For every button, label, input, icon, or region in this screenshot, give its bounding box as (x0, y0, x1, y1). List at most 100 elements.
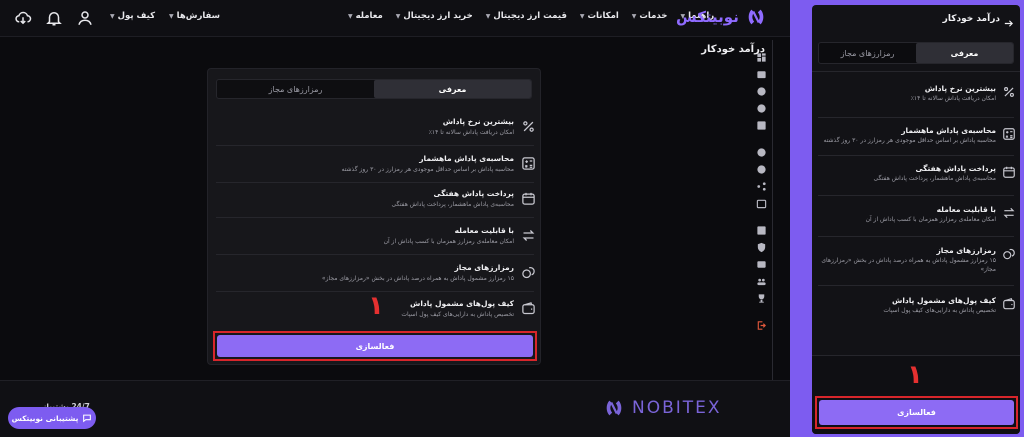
step-marker: ۱ (368, 291, 384, 321)
feature-title: با قابلیت معامله (936, 205, 996, 214)
logout-icon[interactable] (756, 316, 767, 330)
feature-desc: محاسبه‌ی پاداش ماهشمار، پرداخت پاداش هفت… (873, 175, 996, 182)
feature-desc: محاسبه‌ی پاداش ماهشمار، پرداخت پاداش هفت… (391, 201, 514, 208)
wallet-icon (521, 301, 536, 316)
chevron-down-icon: ▼ (485, 12, 491, 20)
shield-icon[interactable] (756, 238, 767, 253)
nav-item-orders[interactable]: سفارش‌ها ▼ (169, 11, 220, 21)
feature-desc: محاسبه پاداش بر اساس حداقل موجودی هر رمز… (341, 166, 514, 173)
nav-item-services[interactable]: خدمات ▼ (632, 11, 668, 21)
divider (818, 195, 1014, 196)
users-icon[interactable] (756, 272, 767, 286)
feature-title: پرداخت پاداش هفتگی (915, 164, 996, 173)
tab-allowed-coins[interactable]: رمزارزهای مجاز (819, 43, 916, 63)
mobile-tab-bar: معرفی رمزارزهای مجاز (818, 42, 1014, 64)
support-label: پشتیبانی نوبیتکس (11, 413, 79, 423)
feature-desc: امکان معامله‌ی رمزارز همزمان با کسب پادا… (383, 238, 514, 245)
activate-button[interactable]: فعالسازی (217, 335, 533, 357)
brand-name: نوبیتکس (676, 8, 739, 26)
divider (818, 236, 1014, 237)
support-chat-button[interactable]: پشتیبانی نوبیتکس (8, 407, 96, 429)
rail-divider (772, 40, 773, 380)
trophy-icon[interactable] (756, 289, 767, 303)
chart-icon[interactable] (756, 116, 767, 130)
feature-title: بیشترین نرخ پاداش (442, 117, 514, 126)
chevron-down-icon: ▼ (579, 12, 585, 20)
coin-icon[interactable] (756, 143, 767, 157)
feature-title: بیشترین نرخ پاداش (924, 84, 996, 93)
nobitex-logo-icon (748, 9, 764, 25)
wallet-icon[interactable] (756, 65, 767, 79)
feature-title: رمزارزهای مجاز (454, 263, 514, 272)
activate-highlight: فعالسازی (213, 331, 537, 361)
chevron-down-icon: ▼ (631, 12, 637, 20)
tab-bar: معرفی رمزارزهای مجاز (216, 79, 532, 99)
share-icon[interactable] (756, 177, 767, 191)
feature-item: با قابلیت معامله امکان معامله‌ی رمزارز ه… (818, 201, 1016, 241)
feature-title: با قابلیت معامله (454, 226, 514, 235)
nav-item-buy-crypto[interactable]: خرید ارز دیجیتال ▼ (396, 11, 473, 21)
tab-allowed-coins[interactable]: رمزارزهای مجاز (217, 80, 374, 98)
compass-icon[interactable] (756, 99, 767, 113)
percent-icon (521, 119, 536, 134)
chevron-down-icon: ▼ (110, 12, 115, 20)
tab-intro[interactable]: معرفی (374, 80, 531, 98)
divider (818, 117, 1014, 118)
bell-icon[interactable] (45, 9, 63, 27)
feature-desc: ۱۵ رمزارز مشمول پاداش به همراه درصد پادا… (321, 275, 514, 282)
chevron-down-icon: ▼ (348, 12, 353, 20)
feature-desc: ۱۵ رمزارز مشمول پاداش به همراه درصد پادا… (821, 257, 996, 273)
feature-title: محاسبه‌ی پاداش ماهشمار (419, 154, 514, 163)
nav-item-features[interactable]: امکانات ▼ (580, 11, 619, 21)
calendar-icon (1002, 164, 1016, 178)
top-navigation: سفارش‌ها ▼ کیف پول ▼ معامله ▼ خرید ارز دیجی… (0, 0, 790, 37)
footer-logo-text: NOBITEX (632, 398, 722, 418)
mobile-page-title: درآمد خودکار (942, 14, 1000, 24)
nobitex-logo-icon (606, 400, 622, 416)
divider (812, 71, 1020, 72)
divider (216, 254, 534, 255)
feature-item: رمزارزهای مجاز ۱۵ رمزارز مشمول پاداش به … (818, 242, 1016, 282)
chevron-down-icon: ▼ (169, 12, 174, 20)
auto-earn-card: معرفی رمزارزهای مجاز بیشترین نرخ پاداش ا… (207, 68, 541, 365)
calendar-icon[interactable] (756, 194, 767, 209)
feature-desc: محاسبه پاداش بر اساس حداقل موجودی هر رمز… (823, 137, 996, 144)
user-icon[interactable] (76, 9, 94, 27)
download-icon[interactable] (14, 9, 32, 27)
step-marker: ۱ (907, 360, 923, 390)
nav-item-trade[interactable]: معامله ▼ (348, 11, 383, 21)
plus-circle-icon[interactable] (756, 160, 767, 174)
feature-desc: امکان معامله‌ی رمزارز همزمان با کسب پادا… (865, 216, 996, 223)
feature-desc: امکان دریافت پاداش سالانه تا ۱۴٪ (428, 129, 514, 136)
clock-icon[interactable] (756, 82, 767, 96)
feature-title: محاسبه‌ی پاداش ماهشمار (901, 126, 996, 135)
brand-logo[interactable]: نوبیتکس (676, 6, 767, 28)
activate-button[interactable]: فعالسازی (819, 400, 1014, 425)
calculator-icon (1002, 126, 1016, 140)
feature-desc: تخصیص پاداش به دارایی‌های کیف پول اسپات (401, 311, 514, 318)
footer-logo: NOBITEX (603, 397, 722, 419)
feature-desc: تخصیص پاداش به دارایی‌های کیف پول اسپات (883, 307, 996, 314)
feature-title: رمزارزهای مجاز (936, 246, 996, 255)
mail-icon[interactable] (756, 255, 767, 268)
chevron-down-icon: ▼ (395, 12, 401, 20)
desktop-view: سفارش‌ها ▼ کیف پول ▼ معامله ▼ خرید ارز دیجی… (0, 0, 790, 437)
calendar-icon (521, 191, 536, 206)
coins-icon (521, 265, 536, 280)
feature-title: پرداخت پاداش هفتگی (433, 189, 514, 198)
back-arrow-icon[interactable] (1003, 14, 1014, 27)
calculator-icon (521, 156, 536, 171)
dashboard-icon[interactable] (756, 48, 767, 62)
feature-item: محاسبه‌ی پاداش ماهشمار محاسبه پاداش بر ا… (818, 122, 1016, 162)
chat-icon (83, 414, 92, 423)
wallet-icon (1002, 296, 1016, 310)
id-card-icon[interactable] (756, 221, 767, 235)
tab-intro[interactable]: معرفی (916, 43, 1013, 63)
feature-desc: امکان دریافت پاداش سالانه تا ۱۴٪ (910, 95, 996, 102)
nav-item-wallet[interactable]: کیف پول ▼ (110, 11, 155, 21)
swap-icon (521, 228, 536, 243)
feature-item: پرداخت پاداش هفتگی محاسبه‌ی پاداش ماهشما… (818, 160, 1016, 200)
divider (216, 145, 534, 146)
nav-item-crypto-price[interactable]: قیمت ارز دیجیتال ▼ (486, 11, 567, 21)
feature-item: بیشترین نرخ پاداش امکان دریافت پاداش سال… (818, 80, 1016, 120)
